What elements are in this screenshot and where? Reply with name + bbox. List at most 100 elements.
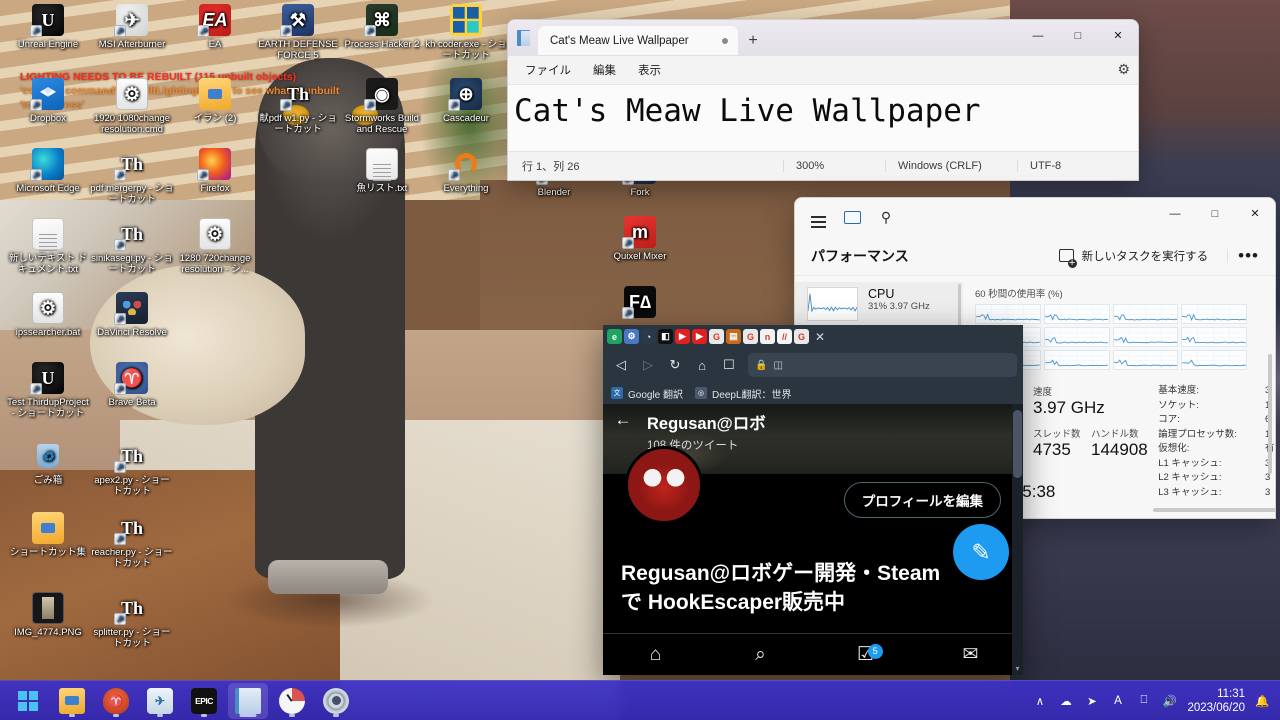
more-options-button[interactable]: ••• xyxy=(1227,249,1271,263)
maximize-button[interactable]: □ xyxy=(1058,20,1098,51)
notifications-icon[interactable]: ☑5 xyxy=(813,643,918,666)
desktop-icon[interactable]: ↗Dropbox xyxy=(6,78,90,124)
vertical-scrollbar[interactable] xyxy=(1268,354,1272,474)
msi-afterburner-button[interactable]: ✈ xyxy=(140,683,180,719)
sidebar-item-cpu[interactable]: CPU31% 3.97 GHz xyxy=(795,282,963,326)
gear-icon[interactable]: ⚙ xyxy=(1117,61,1130,78)
desktop-icon[interactable]: ごみ箱 xyxy=(6,440,90,486)
edit-profile-button[interactable]: プロフィールを編集 xyxy=(844,482,1001,518)
edge-favicon[interactable]: e xyxy=(607,329,622,344)
extension-icon[interactable]: ◫ xyxy=(773,360,782,371)
desktop-icon[interactable]: IMG_4774.PNG xyxy=(6,592,90,638)
file-explorer-button[interactable] xyxy=(52,683,92,719)
search-icon[interactable]: ⌕ xyxy=(708,644,813,666)
desktop-icon[interactable]: ↗DaVinci Resolve xyxy=(90,292,174,338)
desktop-icon[interactable]: 新しいテキスト ドキュメント.txt xyxy=(6,218,90,275)
epic-games-button[interactable]: EPIC xyxy=(184,683,224,719)
desktop-icon[interactable]: U↗Test ThirdupProject - ショートカット xyxy=(6,362,90,419)
forward-icon[interactable]: ▷ xyxy=(636,353,660,377)
desktop-icon[interactable]: ⚙1920 1080change resolution.cmd xyxy=(90,78,174,135)
home-icon[interactable]: ⌂ xyxy=(690,353,714,377)
desktop-icon[interactable]: ⚙1280 720change resolution - シ... xyxy=(173,218,257,275)
desktop-icon[interactable]: ↗Everything xyxy=(424,148,508,194)
desktop-icon[interactable]: ⚒↗EARTH DEFENSE FORCE 5 xyxy=(256,4,340,61)
close-button[interactable]: ✕ xyxy=(1235,198,1275,229)
address-bar[interactable]: 🔒 ◫ xyxy=(748,353,1017,377)
ime-icon[interactable]: A xyxy=(1110,695,1125,707)
line-ending-type[interactable]: Windows (CRLF) xyxy=(885,160,1017,172)
desktop-icon[interactable]: ↗Microsoft Edge xyxy=(6,148,90,194)
desktop-icon[interactable]: ⚙ipssearcher.bat xyxy=(6,292,90,338)
notepad-tab[interactable]: Cat's Meaw Live Wallpaper xyxy=(538,26,738,56)
tool-favicon[interactable]: ⚙ xyxy=(624,329,639,344)
new-tab-button[interactable]: + xyxy=(738,26,768,56)
clock-favicon[interactable]: ◔ xyxy=(641,329,656,344)
notification-bell-icon[interactable]: 🔔 xyxy=(1255,694,1270,708)
brave-button[interactable]: ♈ xyxy=(96,683,136,719)
encoding-type[interactable]: UTF-8 xyxy=(1017,160,1138,172)
desktop-icon[interactable]: ↗Firefox xyxy=(173,148,257,194)
back-icon[interactable]: ◁ xyxy=(609,353,633,377)
google-favicon[interactable]: G xyxy=(794,329,809,344)
desktop-icon[interactable]: ✈↗MSI Afterburner xyxy=(90,4,174,50)
page-scrollbar-track[interactable]: ▾ xyxy=(1012,404,1023,675)
menu-edit[interactable]: 編集 xyxy=(584,58,625,82)
messages-icon[interactable]: ✉ xyxy=(918,643,1023,666)
notepad-window[interactable]: Cat's Meaw Live Wallpaper + — □ ✕ ファイル 編… xyxy=(508,20,1138,180)
youtube-favicon[interactable]: ▶ xyxy=(675,329,690,344)
desktop-icon[interactable]: m↗Quixel Mixer xyxy=(598,216,682,262)
horizontal-scrollbar[interactable] xyxy=(1153,508,1275,512)
close-button[interactable]: ✕ xyxy=(1098,20,1138,51)
run-new-task-button[interactable]: 新しいタスクを実行する xyxy=(1050,243,1218,269)
minimize-button[interactable]: — xyxy=(1018,20,1058,51)
close-tab-button[interactable]: ✕ xyxy=(815,330,825,344)
search-icon[interactable]: ⚲ xyxy=(869,200,903,234)
desktop-icon[interactable]: Th↗献pdf w1.py - ショートカット xyxy=(256,78,340,135)
bookmark-item[interactable]: 文Google 翻訳 xyxy=(611,386,683,401)
hamburger-icon[interactable] xyxy=(801,200,835,234)
bookmark-icon[interactable]: ☐ xyxy=(717,353,741,377)
desktop-icon[interactable]: Th↗splitter.py - ショートカット xyxy=(90,592,174,649)
reload-icon[interactable]: ↻ xyxy=(663,353,687,377)
youtube-favicon[interactable]: ▶ xyxy=(692,329,707,344)
desktop-icon[interactable]: イラン (2) xyxy=(173,78,257,124)
minimize-button[interactable]: — xyxy=(1155,198,1195,229)
desktop-icon[interactable]: ショートカット集 xyxy=(6,512,90,558)
notepad-button[interactable] xyxy=(228,683,268,719)
desktop-icon[interactable]: ◉↗Stormworks Build and Rescue xyxy=(340,78,424,135)
amazon-favicon[interactable]: ▤ xyxy=(726,329,741,344)
onedrive-icon[interactable]: ☁ xyxy=(1058,694,1073,708)
scroll-down-arrow[interactable]: ▾ xyxy=(1013,664,1022,673)
google-favicon[interactable]: G xyxy=(743,329,758,344)
display-icon[interactable]: ⎕ xyxy=(1136,694,1151,707)
start-button[interactable] xyxy=(8,683,48,719)
settings-button[interactable] xyxy=(316,683,356,719)
performance-icon[interactable] xyxy=(835,200,869,234)
back-arrow-icon[interactable]: ← xyxy=(611,410,635,430)
maximize-button[interactable]: □ xyxy=(1195,198,1235,229)
show-hidden-icons[interactable]: ∧ xyxy=(1032,694,1047,708)
home-icon[interactable]: ⌂ xyxy=(603,644,708,666)
page-scrollbar-thumb[interactable] xyxy=(1013,410,1022,478)
notepad-text-area[interactable]: Cat's Meaw Live Wallpaper xyxy=(508,85,1138,151)
volume-icon[interactable]: 🔊 xyxy=(1162,694,1177,708)
google-favicon[interactable]: G xyxy=(709,329,724,344)
slash-favicon[interactable]: // xyxy=(777,329,792,344)
clock-app-button[interactable] xyxy=(272,683,312,719)
desktop-icon[interactable]: Th↗apex2.py - ショートカット xyxy=(90,440,174,497)
desktop-icon[interactable]: Th↗pdf mergerpy - ショートカット xyxy=(90,148,174,205)
desktop-icon[interactable]: ⊕↗Cascadeur xyxy=(424,78,508,124)
desktop-icon[interactable]: Th↗reacher.py - ショートカット xyxy=(90,512,174,569)
notion-favicon[interactable]: n xyxy=(760,329,775,344)
dark-favicon[interactable]: ◧ xyxy=(658,329,673,344)
menu-file[interactable]: ファイル xyxy=(516,58,580,82)
desktop-icon[interactable]: ♈↗Brave Beta xyxy=(90,362,174,408)
compose-tweet-icon[interactable]: ✎ xyxy=(953,524,1009,580)
menu-view[interactable]: 表示 xyxy=(629,58,670,82)
desktop-icon[interactable]: 魚リスト.txt xyxy=(340,148,424,194)
zoom-level[interactable]: 300% xyxy=(783,160,885,172)
taskbar-clock[interactable]: 11:31 2023/06/20 xyxy=(1187,687,1245,715)
desktop-icon[interactable]: kh coder.exe - ショートカット xyxy=(424,4,508,61)
avatar[interactable] xyxy=(625,446,703,524)
desktop-icon[interactable]: Th↗sinikasegi.py - ショートカット xyxy=(90,218,174,275)
